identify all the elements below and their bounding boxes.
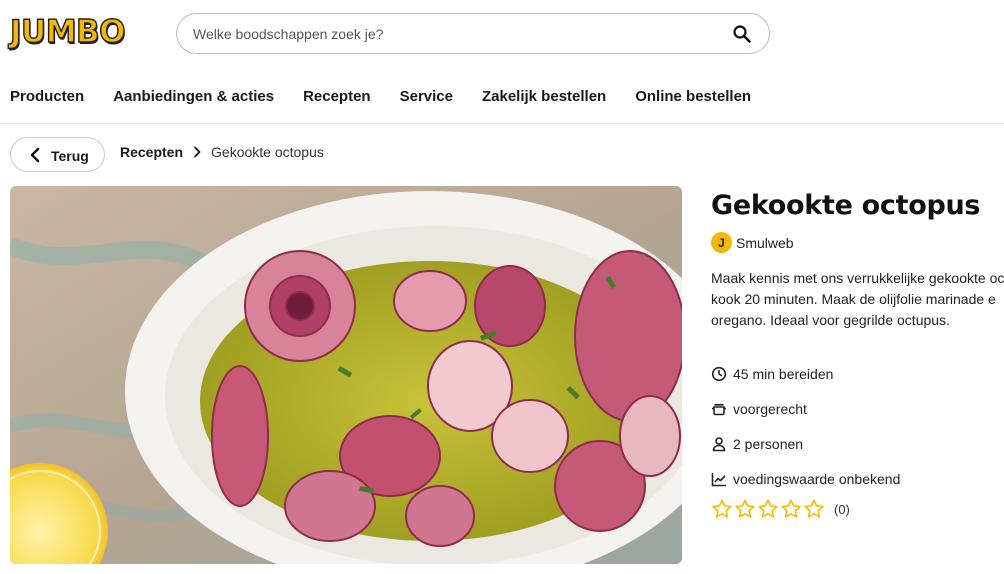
- jumbo-logo[interactable]: JUMBO: [9, 12, 126, 52]
- recipe-title: Gekookte octopus: [711, 190, 981, 221]
- star-outline-icon[interactable]: [734, 498, 756, 520]
- nav-item-service[interactable]: Service: [400, 78, 453, 116]
- recipe-hero-image: [10, 186, 682, 564]
- star-outline-icon[interactable]: [780, 498, 802, 520]
- star-outline-icon[interactable]: [711, 498, 733, 520]
- meta-prep-time-text: 45 min bereiden: [733, 365, 834, 382]
- search-button[interactable]: [729, 21, 755, 47]
- chevron-left-icon: [30, 147, 40, 162]
- description-line: Maak kennis met ons verrukkelijke gekook…: [711, 270, 1004, 286]
- back-button[interactable]: Terug: [10, 137, 105, 172]
- nav-item-producten[interactable]: Producten: [10, 78, 84, 116]
- back-button-label: Terug: [51, 148, 89, 164]
- meta-course: voorgerecht: [711, 391, 900, 426]
- breadcrumb-current: Gekookte octopus: [211, 144, 324, 160]
- author-badge-icon: J: [711, 232, 732, 253]
- author-name: Smulweb: [736, 234, 794, 251]
- meta-servings-text: 2 personen: [733, 435, 804, 452]
- clock-icon: [711, 366, 727, 381]
- pot-icon: [712, 403, 726, 415]
- main-nav: Producten Aanbiedingen & acties Recepten…: [0, 78, 1004, 124]
- search-input[interactable]: [193, 25, 729, 42]
- nav-item-zakelijk[interactable]: Zakelijk bestellen: [482, 78, 606, 116]
- search-icon: [733, 24, 751, 43]
- chevron-right-icon: [194, 146, 201, 158]
- star-outline-icon[interactable]: [803, 498, 825, 520]
- rating-count: (0): [834, 501, 850, 517]
- meta-servings: 2 personen: [711, 426, 900, 461]
- breadcrumb-recepten-link[interactable]: Recepten: [120, 144, 183, 160]
- chart-line-icon: [711, 472, 726, 486]
- recipe-rating: (0): [711, 498, 850, 520]
- person-icon: [712, 436, 726, 451]
- star-outline-icon[interactable]: [757, 498, 779, 520]
- meta-nutrition: voedingswaarde onbekend: [711, 461, 900, 496]
- recipe-author: J Smulweb: [711, 232, 794, 253]
- recipe-meta: 45 min bereiden voorgerecht 2 personen v…: [711, 356, 900, 496]
- nav-item-aanbiedingen[interactable]: Aanbiedingen & acties: [113, 78, 274, 116]
- meta-prep-time: 45 min bereiden: [711, 356, 900, 391]
- description-line: oregano. Ideaal voor gegrilde octupus.: [711, 312, 950, 328]
- nav-item-online-bestellen[interactable]: Online bestellen: [635, 78, 751, 116]
- search-bar: [176, 13, 770, 54]
- recipe-description: Maak kennis met ons verrukkelijke gekook…: [711, 268, 1004, 331]
- description-line: kook 20 minuten. Maak de olijfolie marin…: [711, 291, 996, 307]
- meta-nutrition-text: voedingswaarde onbekend: [733, 470, 901, 487]
- nav-item-recepten[interactable]: Recepten: [303, 78, 371, 116]
- breadcrumb: Recepten Gekookte octopus: [120, 144, 324, 160]
- meta-course-text: voorgerecht: [733, 400, 807, 417]
